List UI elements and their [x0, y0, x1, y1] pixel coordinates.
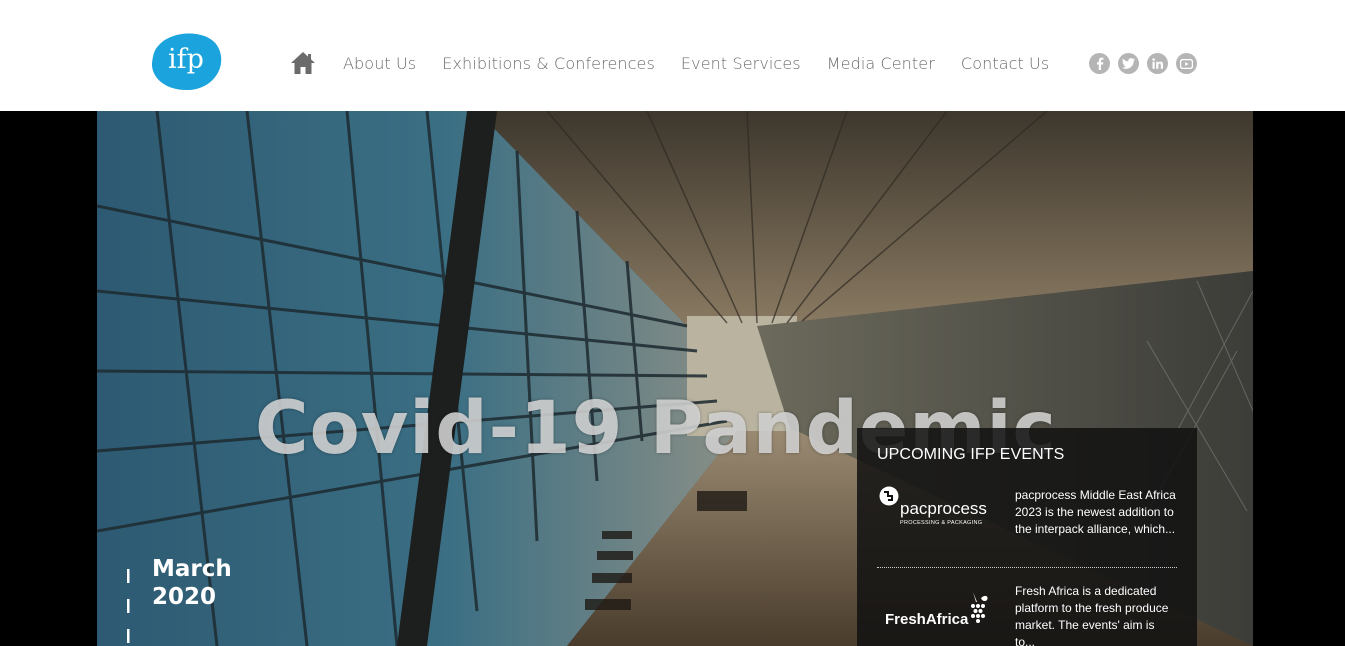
event-description: Fresh Africa is a dedicated platform to …: [1015, 584, 1169, 646]
nav-exhibitions-conferences[interactable]: Exhibitions & Conferences: [442, 54, 655, 73]
linkedin-icon[interactable]: [1147, 53, 1168, 74]
event-item-pacprocess[interactable]: pacprocess PROCESSING & PACKAGING pacpro…: [877, 484, 1177, 574]
home-link[interactable]: [290, 50, 316, 76]
youtube-icon[interactable]: [1176, 53, 1197, 74]
upcoming-events-heading: UPCOMING IFP EVENTS: [877, 446, 1065, 463]
nav-event-services[interactable]: Event Services: [681, 54, 801, 73]
events-divider: [877, 567, 1177, 568]
pacprocess-logo-sub: PROCESSING & PACKAGING: [900, 520, 982, 526]
logo-text: ifp: [168, 44, 204, 75]
nav-about-us[interactable]: About Us: [343, 54, 416, 73]
event-item-fresh-africa[interactable]: FreshAfrica Fresh Africa is a dedicated …: [877, 580, 1177, 646]
nav-contact-us[interactable]: Contact Us: [961, 54, 1049, 73]
date-timeline-marks: [127, 569, 130, 643]
pacprocess-logo: pacprocess PROCESSING & PACKAGING: [879, 486, 987, 526]
main-nav: About Us Exhibitions & Conferences Event…: [290, 46, 1075, 80]
nav-media-center[interactable]: Media Center: [827, 54, 935, 73]
site-header: ifp About Us Exhibitions & Conferences E…: [0, 0, 1345, 111]
twitter-icon[interactable]: [1118, 53, 1139, 74]
hero-date-year: 2020: [152, 584, 217, 610]
upcoming-events-panel: UPCOMING IFP EVENTS pacprocess PROCESSIN…: [857, 428, 1197, 646]
facebook-icon[interactable]: [1089, 53, 1110, 74]
event-description: pacprocess Middle East Africa 2023 is th…: [1015, 488, 1176, 536]
fresh-africa-logo: FreshAfrica: [885, 592, 988, 628]
fresh-africa-logo-name: FreshAfrica: [885, 611, 969, 628]
social-links: [1089, 53, 1197, 74]
ifp-logo-mark: ifp: [151, 33, 222, 91]
home-icon: [291, 52, 315, 74]
hero-date-month: March: [152, 556, 232, 582]
pacprocess-logo-name: pacprocess: [900, 499, 987, 518]
ifp-logo[interactable]: ifp: [151, 31, 222, 91]
hero-date: March 2020: [152, 555, 232, 611]
